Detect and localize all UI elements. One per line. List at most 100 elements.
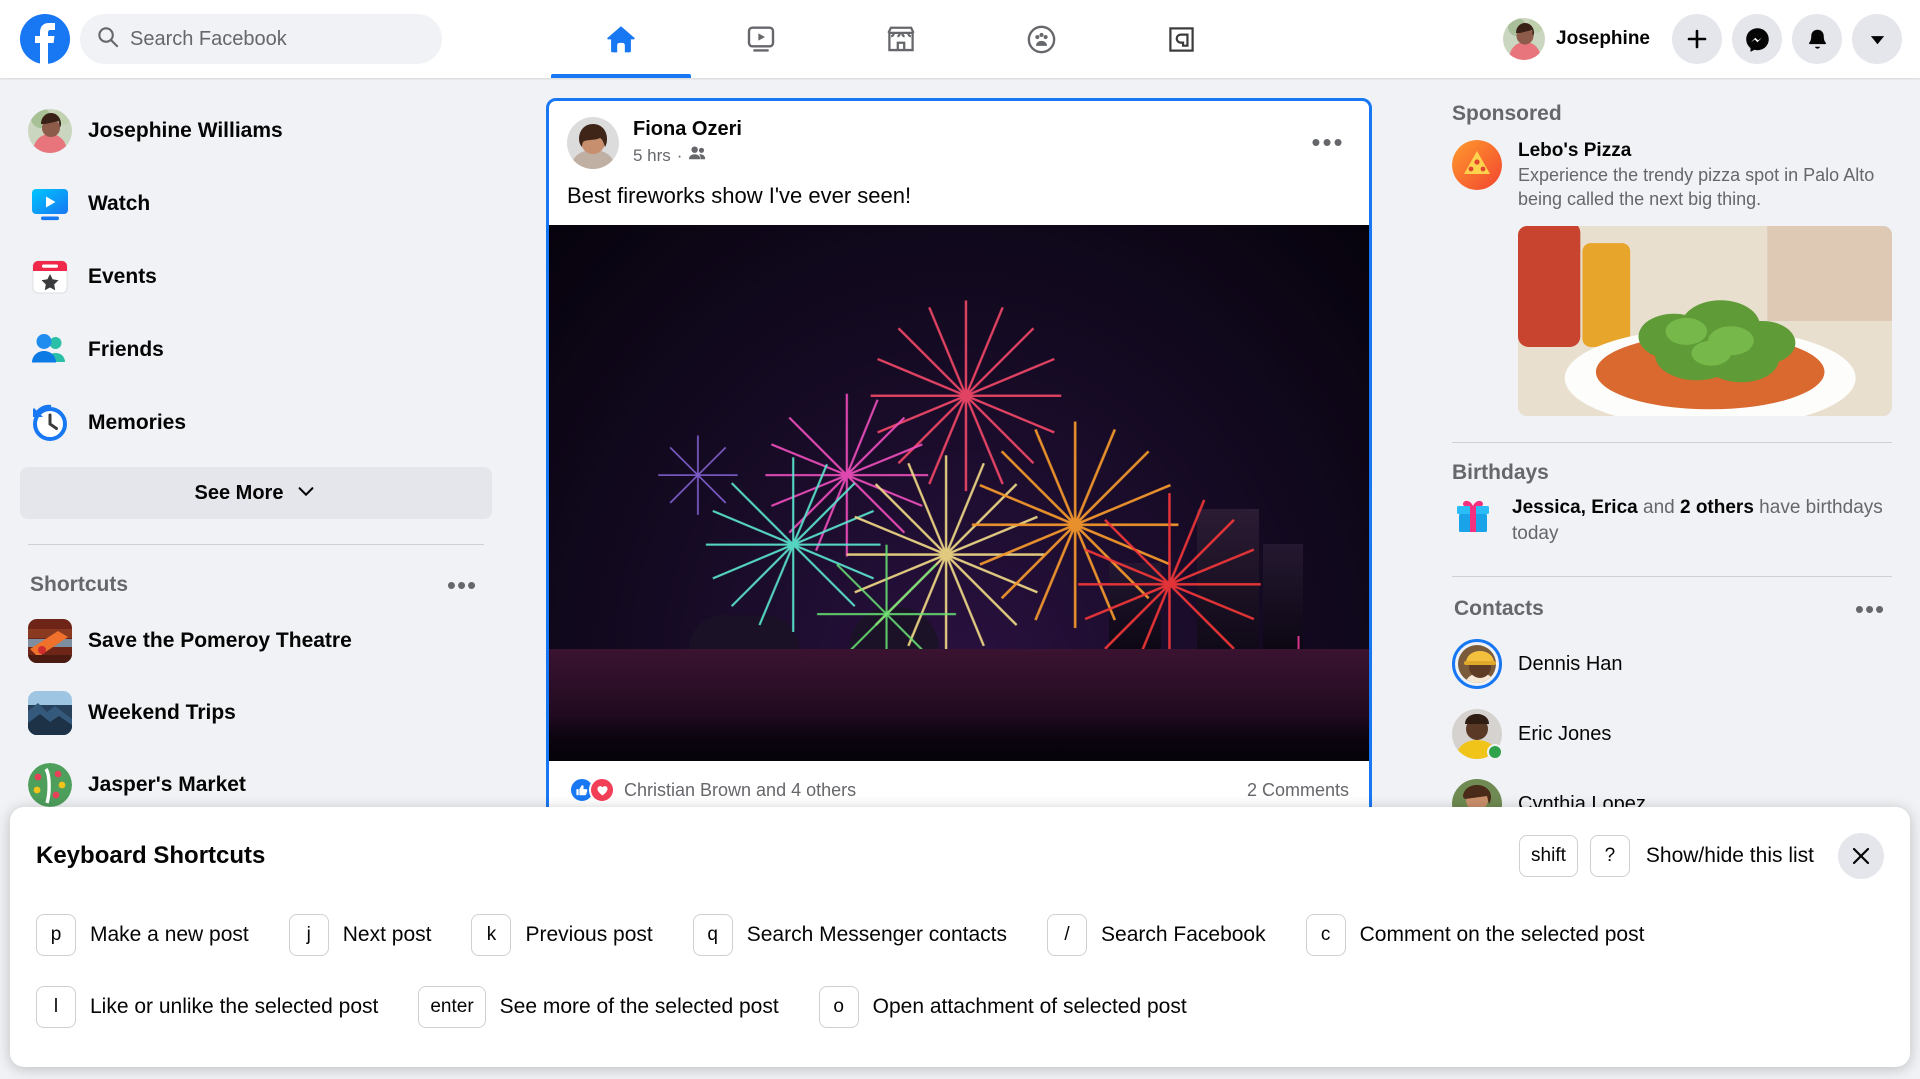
sidebar-item-label: Watch	[88, 192, 150, 216]
plus-icon	[1685, 27, 1709, 51]
right-divider	[1452, 442, 1892, 443]
gaming-icon	[1166, 24, 1197, 55]
see-more-button[interactable]: See More	[20, 467, 492, 519]
keyboard-shortcuts-list: p Make a new post j Next post k Previous…	[36, 899, 1884, 1043]
tab-gaming[interactable]	[1111, 0, 1251, 78]
memories-clock-icon	[28, 401, 72, 445]
shortcut-label: Jasper's Market	[88, 773, 246, 797]
birthday-item[interactable]: Jessica, Erica and 2 others have birthda…	[1444, 491, 1900, 550]
sidebar-item-label: Events	[88, 265, 157, 289]
love-icon	[589, 777, 615, 803]
search-input[interactable]: Search Facebook	[80, 14, 442, 64]
shortcut-next-post: j Next post	[289, 914, 432, 956]
chevron-down-icon	[295, 480, 317, 507]
shortcut-thumbnail	[28, 763, 72, 807]
shortcut-search-messenger: q Search Messenger contacts	[693, 914, 1007, 956]
post-author-name[interactable]: Fiona Ozeri	[633, 117, 742, 142]
sidebar-item-watch[interactable]: Watch	[20, 167, 492, 240]
notifications-button[interactable]	[1792, 14, 1842, 64]
pizza-slice-logo	[1452, 140, 1502, 190]
post-meta-separator: ·	[677, 146, 683, 166]
groups-icon	[1025, 23, 1058, 56]
ad-text-block: Lebo's Pizza Experience the trendy pizza…	[1518, 140, 1892, 212]
shortcut-row: l Like or unlike the selected post enter…	[36, 971, 1884, 1043]
right-divider-2	[1452, 576, 1892, 577]
shortcut-thumbnail	[28, 619, 72, 663]
account-menu-button[interactable]	[1852, 14, 1902, 64]
keycap: /	[1047, 914, 1087, 956]
contact-name: Eric Jones	[1518, 723, 1611, 746]
shortcut-search-facebook: / Search Facebook	[1047, 914, 1266, 956]
post-options-ellipsis-icon[interactable]: •••	[1305, 119, 1351, 165]
close-button[interactable]	[1838, 833, 1884, 879]
keycap: k	[471, 914, 511, 956]
messenger-icon	[1744, 26, 1771, 53]
comments-count[interactable]: 2 Comments	[1247, 780, 1349, 801]
shortcut-see-more: enter See more of the selected post	[418, 986, 778, 1028]
shortcut-description: Previous post	[525, 923, 652, 947]
keycap: q	[693, 914, 733, 956]
shortcut-like: l Like or unlike the selected post	[36, 986, 378, 1028]
keycap: o	[819, 986, 859, 1028]
post-author-block: Fiona Ozeri 5 hrs ·	[633, 117, 742, 168]
contacts-options-ellipsis-icon[interactable]: •••	[1850, 589, 1890, 629]
shortcut-description: Like or unlike the selected post	[90, 995, 378, 1019]
shortcut-description: Open attachment of selected post	[873, 995, 1187, 1019]
post-photo[interactable]	[549, 225, 1369, 761]
marketplace-storefront-icon	[885, 23, 917, 55]
shortcut-label: Weekend Trips	[88, 701, 236, 725]
create-button[interactable]	[1672, 14, 1722, 64]
shortcut-item-weekend-trips[interactable]: Weekend Trips	[20, 677, 492, 749]
sponsored-ad[interactable]: Lebo's Pizza Experience the trendy pizza…	[1444, 132, 1900, 212]
sidebar-item-profile[interactable]: Josephine Williams	[20, 94, 492, 167]
shortcut-make-post: p Make a new post	[36, 914, 249, 956]
sidebar-item-events[interactable]: Events	[20, 240, 492, 313]
sidebar-item-friends[interactable]: Friends	[20, 313, 492, 386]
shortcuts-title: Shortcuts	[30, 573, 128, 597]
feed-post[interactable]: Fiona Ozeri 5 hrs · ••• Best fireworks s…	[546, 98, 1372, 822]
shortcut-item-pomeroy[interactable]: Save the Pomeroy Theatre	[20, 605, 492, 677]
online-status-dot	[1487, 744, 1503, 760]
shortcuts-options-ellipsis-icon[interactable]: •••	[442, 565, 482, 605]
profile-menu-button[interactable]: Josephine	[1497, 13, 1662, 65]
messenger-button[interactable]	[1732, 14, 1782, 64]
shortcut-description: See more of the selected post	[500, 995, 779, 1019]
shortcut-previous-post: k Previous post	[471, 914, 652, 956]
post-header: Fiona Ozeri 5 hrs · •••	[549, 101, 1369, 169]
main-nav-tabs	[551, 0, 1251, 78]
birthday-and: and	[1638, 497, 1680, 518]
facebook-logo[interactable]	[20, 14, 70, 64]
birthday-others: 2 others	[1680, 497, 1754, 518]
ad-image[interactable]	[1518, 226, 1892, 416]
keyboard-shortcuts-panel: Keyboard Shortcuts shift ? Show/hide thi…	[10, 807, 1910, 1067]
keycap: enter	[418, 986, 485, 1028]
post-reactions[interactable]: Christian Brown and 4 others	[569, 777, 856, 803]
topbar-left-group: Search Facebook	[0, 14, 442, 64]
keyboard-shortcuts-header: Keyboard Shortcuts shift ? Show/hide thi…	[36, 831, 1884, 881]
tab-watch[interactable]	[691, 0, 831, 78]
shortcut-description: Next post	[343, 923, 432, 947]
watch-icon	[28, 182, 72, 226]
events-calendar-icon	[28, 255, 72, 299]
tab-groups[interactable]	[971, 0, 1111, 78]
birthday-text: Jessica, Erica and 2 others have birthda…	[1512, 495, 1892, 546]
ad-name[interactable]: Lebo's Pizza	[1518, 140, 1892, 162]
shortcut-thumbnail	[28, 691, 72, 735]
show-hide-label: Show/hide this list	[1646, 844, 1814, 868]
friends-icon	[28, 328, 72, 372]
shortcut-open-attachment: o Open attachment of selected post	[819, 986, 1187, 1028]
post-timestamp[interactable]: 5 hrs	[633, 146, 671, 166]
tab-home[interactable]	[551, 0, 691, 78]
keycap: j	[289, 914, 329, 956]
sponsored-title: Sponsored	[1444, 96, 1900, 132]
sidebar-item-memories[interactable]: Memories	[20, 386, 492, 459]
contact-item-dennis[interactable]: Dennis Han	[1444, 629, 1900, 699]
shortcuts-header: Shortcuts •••	[20, 565, 492, 605]
tab-marketplace[interactable]	[831, 0, 971, 78]
friends-audience-icon[interactable]	[688, 144, 707, 168]
avatar	[1503, 18, 1545, 60]
birthday-names: Jessica, Erica	[1512, 497, 1638, 518]
post-author-avatar[interactable]	[567, 117, 619, 169]
contact-item-eric[interactable]: Eric Jones	[1444, 699, 1900, 769]
shortcut-comment: c Comment on the selected post	[1306, 914, 1645, 956]
